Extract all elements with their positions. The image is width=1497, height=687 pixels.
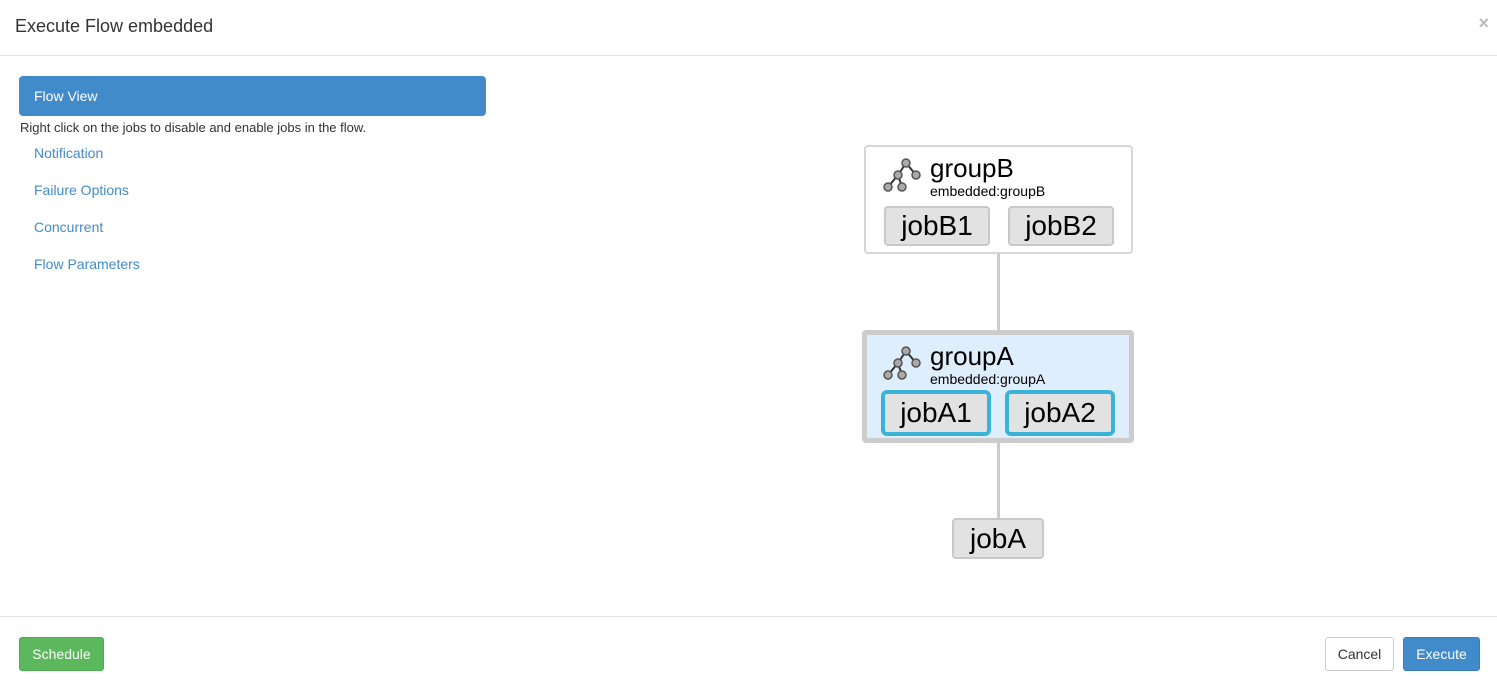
tree-icon (883, 158, 921, 192)
group-subtitle: embedded:groupA (930, 371, 1046, 387)
execute-button[interactable]: Execute (1403, 637, 1480, 671)
job-node-jobB1[interactable]: jobB1 (884, 206, 990, 246)
modal-header: Execute Flow embedded × (0, 0, 1497, 56)
nav-item-failure-options[interactable]: Failure Options (19, 171, 486, 208)
schedule-button[interactable]: Schedule (19, 637, 104, 671)
close-icon[interactable]: × (1478, 13, 1489, 34)
modal-footer: Schedule Cancel Execute (0, 616, 1497, 687)
group-title: groupA (930, 341, 1014, 371)
edge-groupB-groupA (997, 253, 1000, 331)
group-subtitle: embedded:groupB (930, 183, 1046, 199)
nav-item-concurrent[interactable]: Concurrent (19, 208, 486, 245)
job-node-jobA1[interactable]: jobA1 (881, 390, 991, 436)
nav-item-notification[interactable]: Notification (19, 135, 486, 171)
nav-item-flow-view[interactable]: Flow View (19, 76, 486, 116)
job-node-jobA2[interactable]: jobA2 (1005, 390, 1115, 436)
group-node-groupB[interactable]: groupB embedded:groupB jobB1 jobB2 (864, 145, 1133, 254)
options-nav: Flow View Right click on the jobs to dis… (19, 76, 486, 282)
job-node-jobA[interactable]: jobA (952, 518, 1044, 559)
nav-item-flow-parameters[interactable]: Flow Parameters (19, 245, 486, 282)
flow-view-help-text: Right click on the jobs to disable and e… (20, 120, 367, 135)
modal-title: Execute Flow embedded (15, 16, 214, 36)
tree-icon (883, 346, 921, 380)
cancel-button[interactable]: Cancel (1325, 637, 1394, 671)
edge-groupA-jobA (997, 441, 1000, 519)
job-node-jobB2[interactable]: jobB2 (1008, 206, 1114, 246)
group-title: groupB (930, 153, 1014, 183)
group-node-groupA[interactable]: groupA embedded:groupA jobA1 jobA2 (862, 330, 1134, 443)
